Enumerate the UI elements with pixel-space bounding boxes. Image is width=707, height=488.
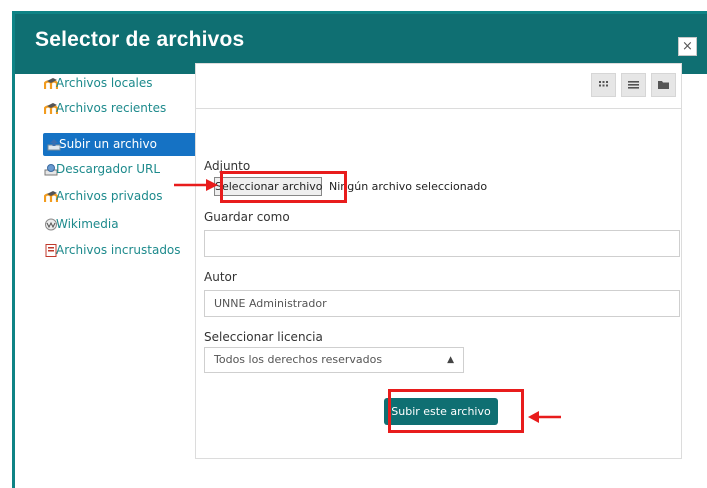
sidebar-item-label: Archivos recientes — [56, 101, 167, 115]
sidebar-item-wikimedia[interactable]: Wikimedia — [28, 213, 188, 236]
select-caret-icon: ▲ — [447, 355, 454, 365]
dialog-title: Selector de archivos — [35, 28, 245, 51]
sidebar-item-url-downloader[interactable]: Descargador URL — [28, 158, 188, 181]
list-view-icon — [628, 81, 639, 89]
close-button[interactable]: × — [678, 37, 697, 56]
save-as-input[interactable] — [204, 230, 680, 257]
license-value: Todos los derechos reservados — [214, 353, 383, 366]
icons-view-button[interactable] — [591, 73, 616, 97]
list-view-button[interactable] — [621, 73, 646, 97]
sidebar-item-local-files[interactable]: Archivos locales — [28, 72, 188, 95]
annotation-highlight-box — [388, 389, 524, 433]
save-as-label: Guardar como — [204, 210, 290, 224]
license-select[interactable]: Todos los derechos reservados ▲ — [204, 347, 464, 373]
annotation-highlight-box — [220, 171, 347, 203]
sidebar-item-label: Archivos incrustados — [56, 243, 181, 257]
sidebar-item-label: Archivos privados — [56, 189, 163, 203]
view-toolbar — [196, 64, 681, 109]
author-input[interactable]: UNNE Administrador — [204, 290, 680, 317]
sidebar-item-upload[interactable]: Subir un archivo — [43, 133, 200, 156]
sidebar-item-label: Subir un archivo — [59, 137, 157, 151]
tree-view-button[interactable] — [651, 73, 676, 97]
author-label: Autor — [204, 270, 237, 284]
sidebar-item-embedded-files[interactable]: Archivos incrustados — [28, 239, 188, 262]
sidebar-item-recent-files[interactable]: Archivos recientes — [28, 97, 188, 120]
icons-view-icon — [599, 81, 608, 87]
sidebar-item-label: Wikimedia — [56, 217, 119, 231]
sidebar-item-private-files[interactable]: Archivos privados — [28, 185, 188, 208]
sidebar-item-label: Archivos locales — [56, 76, 153, 90]
no-file-status: Ningún archivo seleccionado — [329, 180, 488, 193]
annotation-arrow-icon — [528, 411, 561, 423]
license-label: Seleccionar licencia — [204, 330, 323, 344]
tree-view-icon — [658, 81, 669, 89]
sidebar-item-label: Descargador URL — [56, 162, 161, 176]
annotation-arrow-icon — [174, 179, 218, 191]
